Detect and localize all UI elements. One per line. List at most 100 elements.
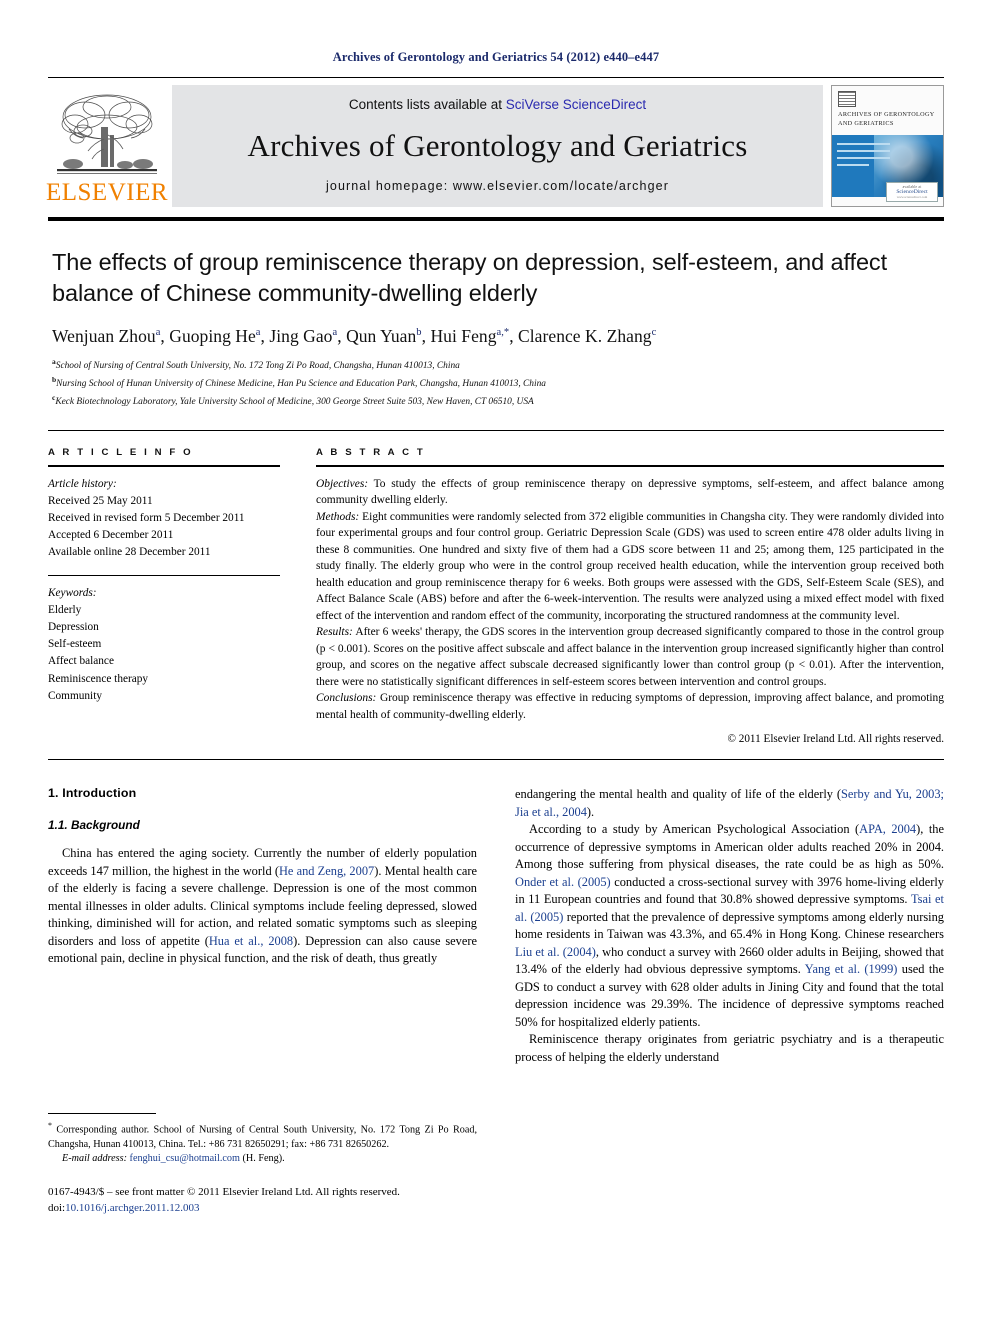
abstract-objectives: Objectives: To study the effects of grou… bbox=[316, 476, 944, 509]
abstract-methods: Methods: Eight communities were randomly… bbox=[316, 509, 944, 624]
author-6-marks: c bbox=[651, 327, 657, 339]
imprint-line: 0167-4943/$ – see front matter © 2011 El… bbox=[48, 1185, 400, 1198]
keyword-0: Elderly bbox=[48, 603, 82, 616]
abstract-objectives-text: To study the effects of group reminiscen… bbox=[316, 477, 944, 507]
cover-sciencedirect-badge: available at ScienceDirect www.sciencedi… bbox=[886, 182, 938, 202]
elsevier-tree-icon bbox=[57, 94, 157, 174]
citation-hua-et-al-2008[interactable]: Hua et al., 2008 bbox=[209, 934, 293, 948]
right-paragraph-1: endangering the mental health and qualit… bbox=[515, 786, 944, 821]
affiliation-list: aSchool of Nursing of Central South Univ… bbox=[52, 356, 940, 409]
corresponding-author-note: * Corresponding author. School of Nursin… bbox=[48, 1120, 477, 1152]
imprint-block: 0167-4943/$ – see front matter © 2011 El… bbox=[48, 1185, 477, 1217]
article-title: The effects of group reminiscence therap… bbox=[52, 249, 887, 306]
doi-link[interactable]: 10.1016/j.archger.2011.12.003 bbox=[65, 1202, 199, 1214]
author-4-marks: b bbox=[416, 327, 422, 339]
abstract-heading: A B S T R A C T bbox=[316, 447, 426, 459]
author-4: Qun Yuanb bbox=[346, 326, 422, 347]
history-item-3: Available online 28 December 2011 bbox=[48, 546, 211, 559]
author-6: Clarence K. Zhangc bbox=[518, 326, 657, 347]
journal-homepage[interactable]: journal homepage: www.elsevier.com/locat… bbox=[326, 179, 669, 193]
citation-apa-2004[interactable]: APA, 2004 bbox=[859, 822, 916, 836]
info-abstract-region: A R T I C L E I N F O Article history: R… bbox=[48, 447, 944, 745]
citation-onder-2005[interactable]: Onder et al. (2005) bbox=[515, 875, 611, 889]
author-5: Hui Fenga,* bbox=[430, 326, 510, 347]
abstract-results: Results: After 6 weeks' therapy, the GDS… bbox=[316, 624, 944, 690]
elsevier-logo: ELSEVIER bbox=[45, 85, 169, 207]
journal-title: Archives of Gerontology and Geriatrics bbox=[247, 127, 748, 163]
email-suffix: (H. Feng). bbox=[239, 1153, 285, 1165]
title-block: The effects of group reminiscence therap… bbox=[52, 247, 940, 409]
article-page: Archives of Gerontology and Geriatrics 5… bbox=[0, 0, 992, 1323]
article-info-rule bbox=[48, 465, 280, 467]
sciencedirect-link[interactable]: SciVerse ScienceDirect bbox=[506, 97, 646, 112]
abstract-results-label: Results: bbox=[316, 626, 353, 639]
elsevier-wordmark: ELSEVIER bbox=[45, 179, 169, 206]
citation-he-and-zeng-2007[interactable]: He and Zeng, 2007 bbox=[279, 864, 374, 878]
history-item-1: Received in revised form 5 December 2011 bbox=[48, 512, 245, 525]
subsection-1-1-heading: 1.1. Background bbox=[48, 818, 140, 833]
left-paragraph-1: China has entered the aging society. Cur… bbox=[48, 845, 477, 967]
affiliation-b: bNursing School of Hunan University of C… bbox=[52, 374, 546, 389]
contents-prefix: Contents lists available at bbox=[348, 97, 506, 112]
keyword-3: Affect balance bbox=[48, 655, 114, 668]
right-p1-part-b: ). bbox=[586, 804, 595, 819]
article-info-column: A R T I C L E I N F O Article history: R… bbox=[48, 447, 280, 745]
abstract-methods-label: Methods: bbox=[316, 510, 360, 523]
right-p2-part-a: According to a study by American Psychol… bbox=[529, 822, 860, 837]
keyword-5: Community bbox=[48, 689, 102, 702]
abstract-methods-text: Eight communities were randomly selected… bbox=[316, 510, 944, 622]
abstract-conclusions: Conclusions: Group reminiscence therapy … bbox=[316, 690, 944, 723]
abstract-copyright: © 2011 Elsevier Ireland Ltd. All rights … bbox=[727, 733, 944, 746]
cover-elsevier-mark-icon bbox=[838, 91, 856, 107]
body-columns: 1. Introduction 1.1. Background China ha… bbox=[48, 786, 944, 1216]
email-address-link[interactable]: fenghui_csu@hotmail.com bbox=[130, 1153, 240, 1164]
right-paragraph-3: Reminiscence therapy originates from ger… bbox=[515, 1032, 944, 1064]
history-item-2: Accepted 6 December 2011 bbox=[48, 529, 174, 542]
doi-label: doi: bbox=[48, 1201, 66, 1214]
author-2: Guoping Hea bbox=[169, 326, 261, 347]
author-5-marks: a,* bbox=[496, 327, 510, 339]
author-3-marks: a bbox=[332, 327, 338, 339]
author-3: Jing Gaoa bbox=[269, 326, 338, 347]
title-block-bottom-rule bbox=[48, 430, 944, 432]
author-list: Wenjuan Zhoua, Guoping Hea, Jing Gaoa, Q… bbox=[52, 326, 657, 347]
keyword-1: Depression bbox=[48, 621, 99, 634]
author-2-marks: a bbox=[255, 327, 261, 339]
affiliation-c: cKeck Biotechnology Laboratory, Yale Uni… bbox=[52, 392, 534, 407]
keyword-2: Self-esteem bbox=[48, 638, 102, 651]
email-label: E-mail address: bbox=[62, 1153, 127, 1165]
abstract-results-text: After 6 weeks' therapy, the GDS scores i… bbox=[316, 626, 944, 688]
abstract-column: A B S T R A C T Objectives: To study the… bbox=[316, 447, 944, 745]
citation-yang-1999[interactable]: Yang et al. (1999) bbox=[805, 962, 898, 976]
corresponding-author-text: Corresponding author. School of Nursing … bbox=[48, 1124, 477, 1150]
body-column-left: 1. Introduction 1.1. Background China ha… bbox=[48, 786, 477, 1216]
abstract-bottom-rule bbox=[48, 759, 944, 761]
abstract-objectives-label: Objectives: bbox=[316, 477, 369, 490]
right-p1-part-a: endangering the mental health and qualit… bbox=[515, 787, 841, 802]
keywords-divider bbox=[48, 574, 280, 576]
keyword-4: Reminiscence therapy bbox=[48, 672, 149, 685]
email-note: E-mail address: fenghui_csu@hotmail.com … bbox=[48, 1152, 477, 1166]
keywords-group: Keywords: Elderly Depression Self-esteem… bbox=[48, 585, 280, 705]
journal-cover-thumbnail: ARCHIVES OF GERONTOLOGY AND GERIATRICS a… bbox=[831, 85, 944, 207]
cover-subtitle-lines bbox=[837, 142, 891, 171]
article-info-heading: A R T I C L E I N F O bbox=[48, 447, 194, 459]
author-1-marks: a bbox=[155, 327, 161, 339]
abstract-rule bbox=[316, 465, 944, 467]
affiliation-a: aSchool of Nursing of Central South Univ… bbox=[52, 357, 460, 372]
masthead-center-band: Contents lists available at SciVerse Sci… bbox=[172, 85, 823, 207]
article-history-group: Article history: Received 25 May 2011 Re… bbox=[48, 476, 280, 562]
footnote-rule bbox=[48, 1112, 156, 1114]
footnote-zone: * Corresponding author. School of Nursin… bbox=[48, 1112, 477, 1217]
abstract-conclusions-label: Conclusions: bbox=[316, 692, 377, 705]
right-p2-part-d: reported that the prevalence of depressi… bbox=[515, 909, 944, 942]
doi-line: doi:10.1016/j.archger.2011.12.003 bbox=[48, 1201, 477, 1217]
citation-liu-2004[interactable]: Liu et al. (2004) bbox=[515, 945, 596, 959]
right-paragraph-2: According to a study by American Psychol… bbox=[515, 821, 944, 1031]
author-1: Wenjuan Zhoua bbox=[52, 326, 161, 347]
cover-sd-sub: www.sciencedirect.com bbox=[896, 195, 928, 199]
section-1-heading: 1. Introduction bbox=[48, 786, 137, 801]
masthead-bottom-rule bbox=[48, 217, 944, 221]
masthead: ELSEVIER Contents lists available at Sci… bbox=[45, 77, 944, 207]
article-history-label: Article history: bbox=[48, 477, 117, 490]
